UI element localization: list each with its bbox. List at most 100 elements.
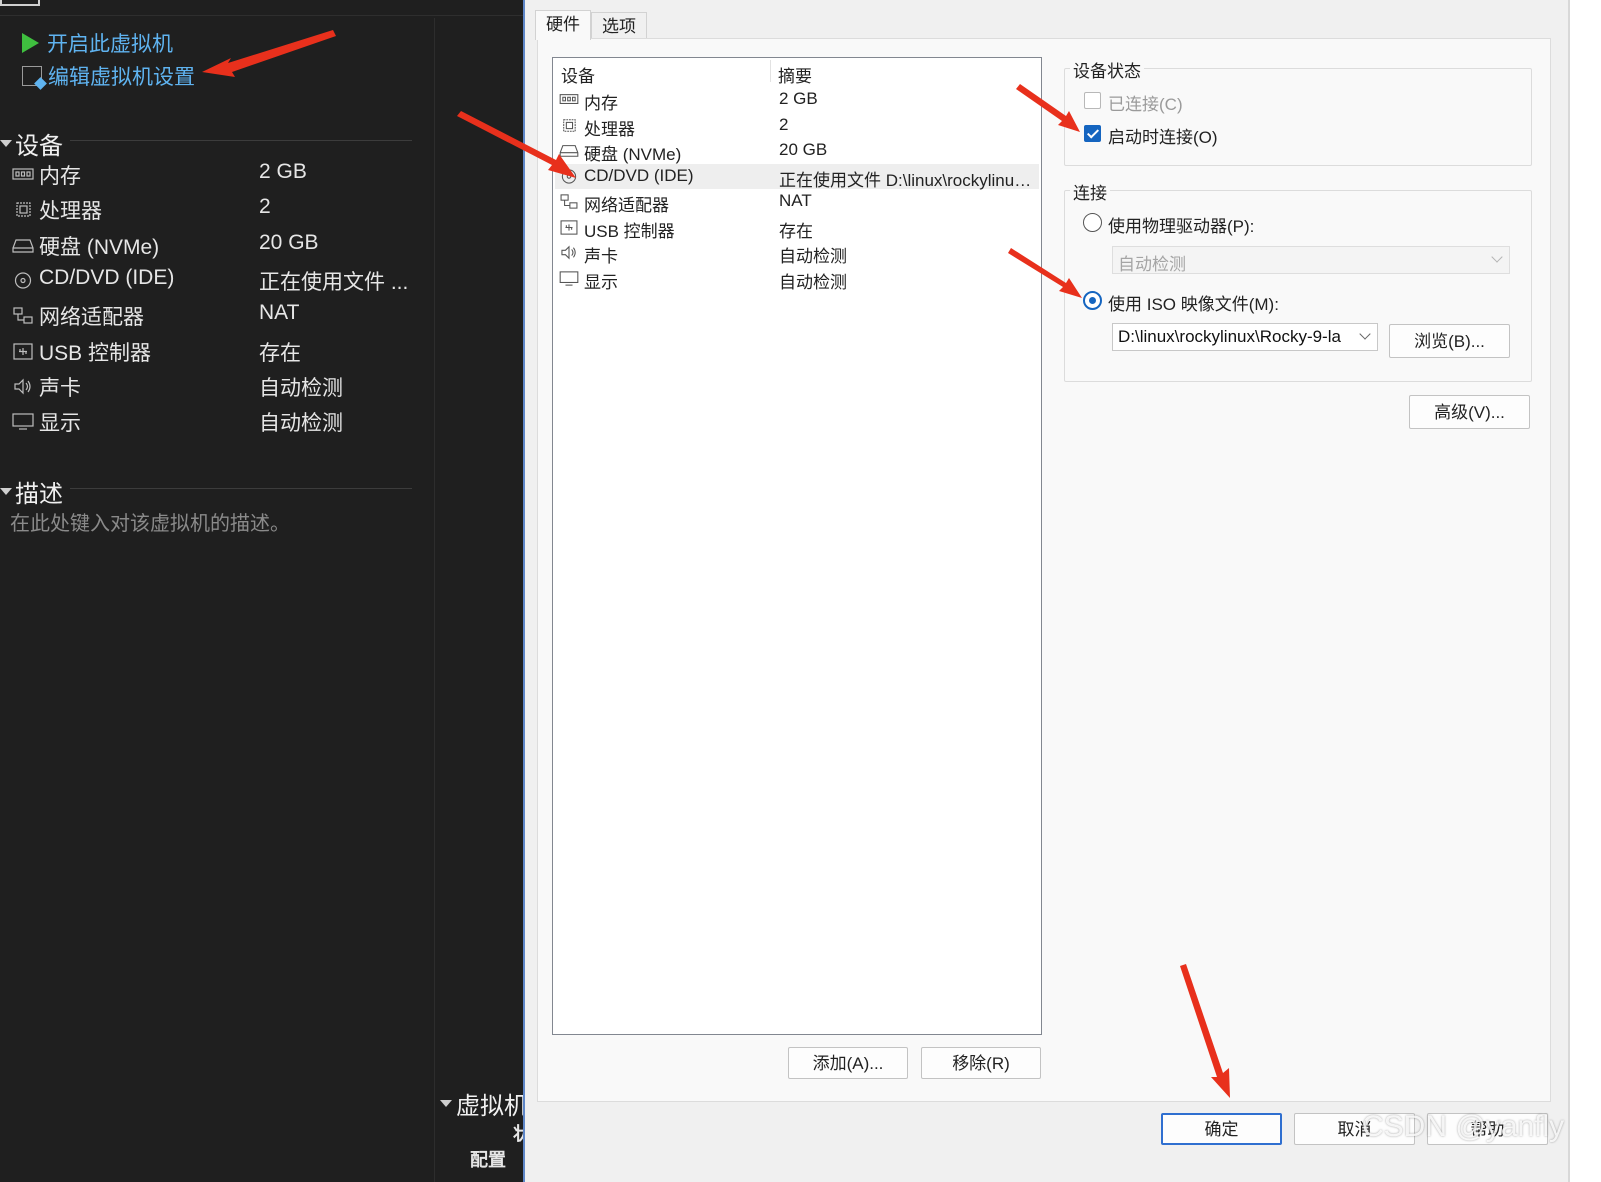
device-name: 显示: [39, 412, 81, 435]
device-name: 硬盘 (NVMe): [39, 236, 160, 259]
device-value: 20 GB: [259, 231, 319, 254]
device-summary-row[interactable]: 硬盘 (NVMe) 20 GB: [12, 229, 422, 261]
hardware-row[interactable]: 显示 自动检测: [555, 266, 1039, 292]
iso-image-radio[interactable]: [1083, 291, 1102, 310]
connect-at-power-on-label: 启动时连接(O): [1108, 128, 1218, 147]
collapse-triangle-icon: [440, 1100, 452, 1107]
background-window-edge: [1568, 0, 1601, 1182]
tab-options[interactable]: 选项: [591, 12, 647, 40]
advanced-button[interactable]: 高级(V)...: [1409, 395, 1530, 429]
network-adapter-icon: [559, 194, 579, 209]
column-header-device[interactable]: 设备: [561, 62, 595, 87]
device-summary-row[interactable]: 内存 2 GB: [12, 158, 422, 190]
device-status-title: 设备状态: [1070, 57, 1144, 82]
collapse-triangle-icon: [0, 140, 12, 147]
display-icon: [559, 271, 579, 286]
cd-dvd-icon: [559, 169, 579, 184]
device-summary-row[interactable]: CD/DVD (IDE) 正在使用文件 ...: [12, 264, 422, 296]
hardware-name: 声卡: [584, 247, 618, 266]
hard-disk-icon: [12, 236, 34, 253]
hardware-summary: 自动检测: [779, 247, 847, 266]
add-hardware-button[interactable]: 添加(A)...: [788, 1047, 908, 1079]
edit-settings-icon: [22, 66, 42, 86]
device-value: 自动检测: [259, 412, 343, 435]
hardware-device-list[interactable]: 设备 摘要 内存 2 GB 处理器 2 硬盘 (NVMe) 20 GB CD/DVD (ID…: [552, 57, 1042, 1035]
hardware-row[interactable]: USB 控制器 存在: [555, 215, 1039, 241]
description-placeholder[interactable]: 在此处键入对该虚拟机的描述。: [10, 507, 290, 536]
hardware-summary: NAT: [779, 191, 812, 210]
device-value: 2: [259, 195, 271, 218]
description-section-header[interactable]: 描述: [0, 474, 63, 509]
sound-icon: [559, 245, 579, 260]
device-summary-row[interactable]: 处理器 2: [12, 193, 422, 225]
physical-drive-radio[interactable]: [1083, 213, 1102, 232]
device-value: 2 GB: [259, 160, 307, 183]
hardware-row[interactable]: 声卡 自动检测: [555, 240, 1039, 266]
memory-icon: [12, 165, 34, 182]
physical-drive-select[interactable]: 自动检测: [1112, 246, 1510, 274]
hardware-summary: 正在使用文件 D:\linux\rockylinux\Rocky-9-la...: [779, 171, 1037, 190]
cd-dvd-icon: [12, 271, 34, 289]
physical-drive-label: 使用物理驱动器(P):: [1108, 217, 1255, 236]
vm-summary-panel: 开启此虚拟机 编辑虚拟机设置 设备 内存 2 GB 处理器 2 硬盘 (NVMe) 20 …: [0, 0, 535, 1182]
device-summary-row[interactable]: 显示 自动检测: [12, 405, 422, 437]
device-name: 声卡: [39, 377, 81, 400]
device-summary-row[interactable]: 声卡 自动检测: [12, 370, 422, 402]
hardware-row[interactable]: CD/DVD (IDE) 正在使用文件 D:\linux\rockylinux\R…: [555, 164, 1039, 190]
watermark: CSDN @yanfly: [1362, 1110, 1565, 1143]
device-name: CD/DVD (IDE): [39, 266, 175, 289]
iso-path-value[interactable]: D:\linux\rockylinux\Rocky-9-la: [1118, 327, 1350, 347]
device-name: 内存: [39, 165, 81, 188]
device-name: 处理器: [39, 200, 102, 223]
device-status-group: [1064, 68, 1532, 166]
display-icon: [12, 412, 34, 430]
column-header-summary[interactable]: 摘要: [778, 62, 812, 87]
start-vm-label: 开启此虚拟机: [47, 33, 173, 56]
device-value: 自动检测: [259, 377, 343, 400]
start-vm-link[interactable]: 开启此虚拟机: [22, 28, 173, 58]
device-summary-row[interactable]: USB 控制器 存在: [12, 335, 422, 367]
hardware-summary: 自动检测: [779, 273, 847, 292]
hardware-name: USB 控制器: [584, 222, 675, 241]
connection-title: 连接: [1070, 179, 1110, 204]
chevron-down-icon[interactable]: [1359, 328, 1371, 340]
tab-hardware[interactable]: 硬件: [535, 10, 591, 40]
sound-icon: [12, 377, 34, 395]
power-on-icon: [22, 33, 39, 53]
hardware-row[interactable]: 网络适配器 NAT: [555, 189, 1039, 215]
vm-details-title: 虚拟机: [456, 1093, 528, 1120]
iso-path-combobox[interactable]: D:\linux\rockylinux\Rocky-9-la: [1112, 323, 1378, 351]
device-value: 正在使用文件 ...: [259, 271, 409, 294]
hardware-summary: 2 GB: [779, 89, 818, 108]
hardware-name: CD/DVD (IDE): [584, 166, 694, 185]
top-divider: [0, 15, 534, 16]
hardware-name: 内存: [584, 94, 618, 113]
remove-hardware-button[interactable]: 移除(R): [921, 1047, 1041, 1079]
vm-details-section-header[interactable]: 虚拟机: [440, 1086, 528, 1121]
description-section-title: 描述: [15, 481, 63, 508]
devices-section-header[interactable]: 设备: [0, 126, 63, 161]
device-value: 存在: [259, 342, 301, 365]
processor-icon: [12, 200, 34, 217]
panel-divider: [434, 18, 435, 1182]
hardware-row[interactable]: 硬盘 (NVMe) 20 GB: [555, 138, 1039, 164]
section-rule: [70, 140, 412, 141]
ok-button[interactable]: 确定: [1161, 1113, 1282, 1145]
connect-at-power-on-checkbox[interactable]: [1084, 125, 1101, 142]
window-control-fragment: [0, 0, 40, 6]
hard-disk-icon: [559, 143, 579, 158]
devices-section-title: 设备: [15, 133, 63, 160]
connected-checkbox[interactable]: [1084, 92, 1101, 109]
edit-vm-settings-link[interactable]: 编辑虚拟机设置: [22, 61, 195, 91]
device-summary-row[interactable]: 网络适配器 NAT: [12, 299, 422, 331]
iso-image-label: 使用 ISO 映像文件(M):: [1108, 295, 1279, 314]
hardware-row[interactable]: 处理器 2: [555, 113, 1039, 139]
collapse-triangle-icon: [0, 488, 12, 495]
processor-icon: [559, 118, 579, 133]
chevron-down-icon: [1491, 251, 1503, 263]
hardware-name: 显示: [584, 273, 618, 292]
browse-button[interactable]: 浏览(B)...: [1389, 324, 1510, 358]
section-rule: [70, 488, 412, 489]
hardware-row[interactable]: 内存 2 GB: [555, 87, 1039, 113]
device-value: NAT: [259, 301, 300, 324]
